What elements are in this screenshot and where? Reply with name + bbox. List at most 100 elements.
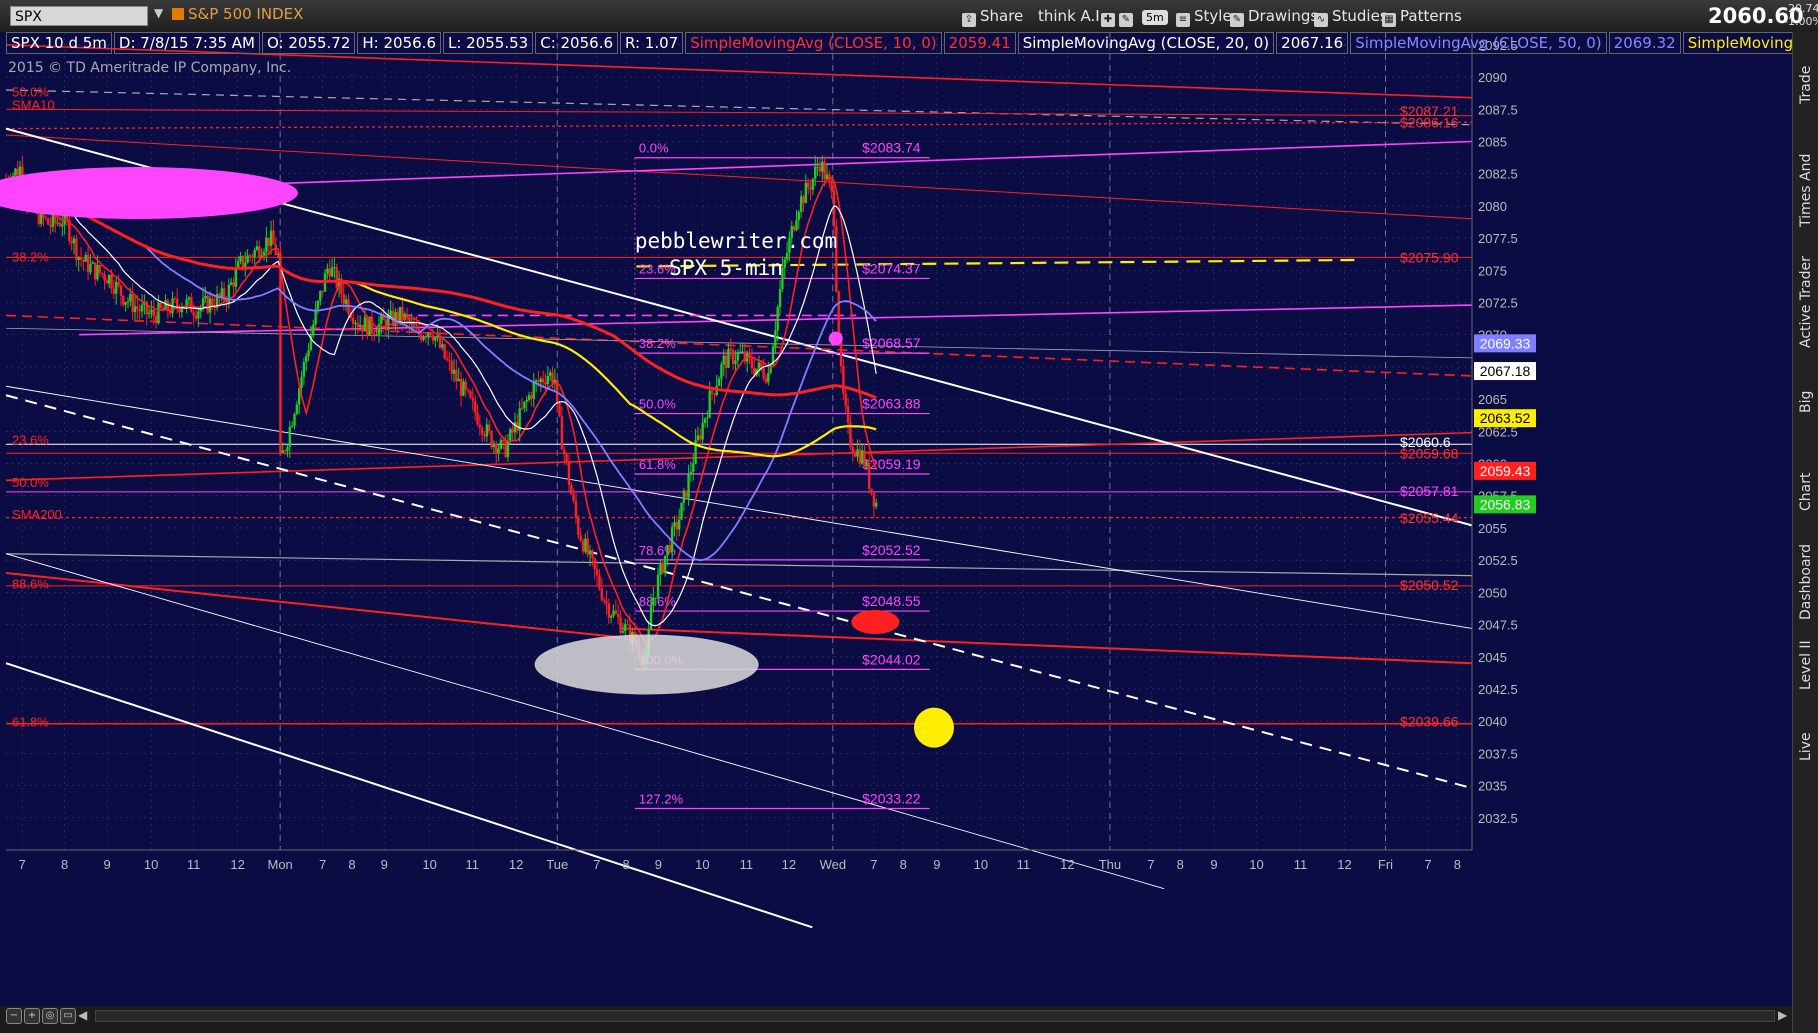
candle-down <box>192 312 195 316</box>
candle-down <box>558 403 561 416</box>
style-label: Style <box>1194 7 1232 25</box>
price-chart[interactable]: 0.0% $2083.7423.6% $2074.3738.2% $2068.5750… <box>0 32 1792 1006</box>
candle-down <box>551 372 554 384</box>
candle-down <box>103 274 106 281</box>
infobar-item: O: 2055.72 <box>262 32 356 54</box>
style-button[interactable]: ≡ Style <box>1176 5 1232 27</box>
zoom-in-button[interactable]: + <box>24 1008 40 1024</box>
candle-down <box>443 344 446 359</box>
candle-down <box>842 365 845 394</box>
drawings-button[interactable]: ✎ Drawings <box>1230 5 1318 27</box>
studies-button[interactable]: ∿ Studies <box>1314 5 1388 27</box>
x-tick-label: 9 <box>655 857 662 872</box>
candle-down <box>480 427 484 435</box>
candle-down <box>412 323 416 328</box>
x-tick-label: Thu <box>1099 857 1121 872</box>
candle-up <box>380 315 383 325</box>
candle-down <box>617 613 620 618</box>
candle-down <box>173 298 177 300</box>
candle-down <box>251 256 254 258</box>
candle-up <box>506 441 510 457</box>
wrench-icon: ✎ <box>1119 13 1133 27</box>
candle-up <box>584 538 587 552</box>
symbol-dropdown-icon[interactable]: ▼ <box>154 6 163 20</box>
x-tick-label: 7 <box>1147 857 1154 872</box>
candle-up <box>157 302 160 324</box>
candle-up <box>548 372 552 376</box>
candle-up <box>663 555 667 573</box>
candle-up <box>375 334 378 336</box>
candle-up <box>56 222 59 224</box>
candle-up <box>738 351 742 353</box>
infobar-item: SimpleMovingAvg (CLOSE, 50, 0) <box>1350 32 1607 54</box>
candle-down <box>607 603 611 618</box>
settings-icon[interactable]: ▭ <box>60 1008 76 1024</box>
left-level-label: 88.6% <box>12 577 49 592</box>
candle-up <box>776 307 779 331</box>
right-level-label: $2055.44 <box>1400 510 1459 526</box>
candle-up <box>422 336 425 340</box>
x-tick-label: 10 <box>422 857 436 872</box>
x-tick-label: 10 <box>144 857 158 872</box>
candle-up <box>286 446 289 452</box>
symbol-input[interactable]: SPX <box>10 6 148 26</box>
candle-down <box>830 180 833 191</box>
candle-down <box>504 439 507 457</box>
style-icon: ≡ <box>1176 13 1190 27</box>
candle-down <box>699 435 702 440</box>
patterns-button[interactable]: ▦ Patterns <box>1382 5 1462 27</box>
scroll-right-icon[interactable]: ▶ <box>1778 1008 1787 1022</box>
candle-down <box>44 217 48 219</box>
side-tab[interactable]: Trade <box>1793 40 1818 130</box>
candle-up <box>814 166 817 179</box>
candle-down <box>279 253 282 454</box>
infobar-item: 2069.32 <box>1608 32 1681 54</box>
side-tab[interactable]: Active Trader <box>1793 252 1818 352</box>
candle-up <box>187 297 191 300</box>
candle-down <box>342 293 345 304</box>
candle-up <box>706 417 709 419</box>
infobar-item: SimpleMovingAvg (CLOSE, 10, 0) <box>685 32 942 54</box>
side-tab[interactable]: Level II <box>1793 630 1818 700</box>
candle-down <box>79 257 83 260</box>
candle-up <box>509 429 512 442</box>
candle-up <box>363 317 367 332</box>
candle-up <box>687 473 690 498</box>
y-tick-label: 2037.5 <box>1478 746 1518 761</box>
side-tab[interactable]: Live News <box>1793 712 1818 782</box>
candle-down <box>661 562 664 573</box>
candle-up <box>89 263 92 273</box>
candle-up <box>108 274 111 284</box>
side-tab[interactable]: Times And Sales <box>1793 140 1818 240</box>
zoom-out-button[interactable]: − <box>6 1008 22 1024</box>
timeframe-button[interactable]: 5m <box>1142 5 1168 27</box>
candle-up <box>785 252 789 260</box>
candle-up <box>523 401 526 409</box>
candle-down <box>586 538 589 555</box>
scroll-left-icon[interactable]: ◀ <box>78 1008 87 1022</box>
candle-down <box>473 400 477 413</box>
side-tab[interactable]: Chart <box>1793 452 1818 532</box>
candle-down <box>483 434 486 437</box>
x-tick-label: Fri <box>1378 857 1393 872</box>
candle-up <box>677 519 681 530</box>
side-tab[interactable]: Big Buttons <box>1793 362 1818 442</box>
infobar-item: D: 7/8/15 7:35 AM <box>113 32 260 54</box>
candle-down <box>846 406 850 423</box>
share-button[interactable]: ⇪ Share <box>962 5 1023 27</box>
candle-up <box>811 178 815 190</box>
fit-button[interactable]: ◎ <box>42 1008 58 1024</box>
time-scrollbar[interactable] <box>95 1010 1775 1022</box>
chart-tools-button[interactable]: ✚ ✎ <box>1101 5 1137 27</box>
candle-up <box>769 364 772 373</box>
fib-level-label: 61.8% <box>639 457 676 472</box>
think-ai-button[interactable]: think A.I. <box>1038 5 1104 27</box>
y-tick-label: 2090 <box>1478 70 1507 85</box>
x-tick-label: 8 <box>61 857 68 872</box>
y-tick-label: 2087.5 <box>1478 102 1518 117</box>
candle-down <box>445 358 449 360</box>
candle-up <box>513 422 517 433</box>
side-tab[interactable]: Dashboard <box>1793 542 1818 622</box>
x-tick-label: 11 <box>465 857 479 872</box>
candle-up <box>246 255 249 263</box>
